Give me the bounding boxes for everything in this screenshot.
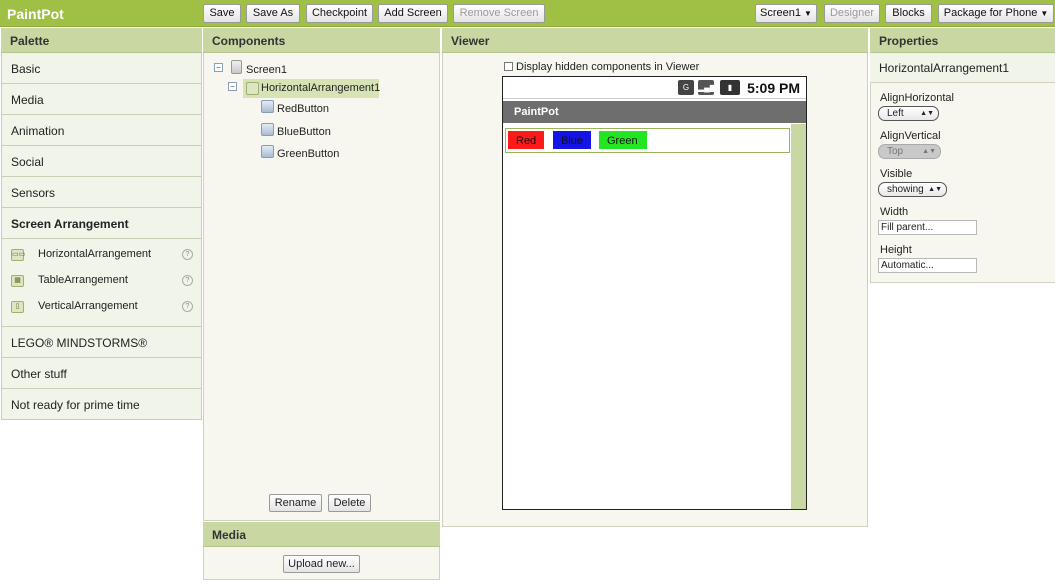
width-label: Width bbox=[880, 206, 909, 218]
viewer-header: Viewer bbox=[442, 28, 868, 53]
visible-select[interactable]: showing ▲▼ bbox=[878, 182, 947, 197]
align-horizontal-value: Left bbox=[887, 108, 904, 119]
help-icon[interactable]: ? bbox=[182, 249, 193, 260]
width-field[interactable]: Fill parent... bbox=[878, 220, 977, 235]
chevron-down-icon: ▼ bbox=[804, 9, 812, 18]
button-icon bbox=[261, 145, 274, 158]
align-vertical-select[interactable]: Top ▲▼ bbox=[878, 144, 941, 159]
components-header: Components bbox=[203, 28, 440, 53]
phone-app-title: PaintPot bbox=[503, 101, 806, 123]
media-header: Media bbox=[203, 522, 440, 547]
help-icon[interactable]: ? bbox=[182, 275, 193, 286]
select-arrows-icon: ▲▼ bbox=[920, 110, 934, 117]
visible-value: showing bbox=[887, 184, 924, 195]
phone-preview: G ▂▄▆ ▮ 5:09 PM PaintPot Red Blue Green bbox=[502, 76, 807, 510]
blocks-button[interactable]: Blocks bbox=[885, 4, 932, 23]
tree-node-horizontal-arrangement1[interactable]: HorizontalArrangement1 bbox=[243, 79, 380, 98]
rename-button[interactable]: Rename bbox=[269, 494, 322, 512]
checkpoint-button[interactable]: Checkpoint bbox=[306, 4, 373, 23]
palette-category-animation[interactable]: Animation bbox=[1, 115, 202, 146]
align-vertical-value: Top bbox=[887, 146, 904, 157]
palette-header: Palette bbox=[1, 28, 202, 53]
palette-item-label: VerticalArrangement bbox=[38, 300, 138, 312]
palette-category-basic[interactable]: Basic bbox=[1, 53, 202, 84]
battery-icon: ▮ bbox=[720, 80, 740, 95]
designer-button[interactable]: Designer bbox=[824, 4, 880, 23]
display-hidden-checkbox[interactable] bbox=[504, 62, 513, 71]
horizontal-arrangement-icon: ▭▭ bbox=[11, 249, 25, 261]
remove-screen-button[interactable]: Remove Screen bbox=[453, 4, 545, 23]
properties-header: Properties bbox=[870, 28, 1055, 53]
height-field[interactable]: Automatic... bbox=[878, 258, 977, 273]
palette-item-horizontal-arrangement[interactable]: ▭▭ HorizontalArrangement ? bbox=[11, 246, 196, 264]
green-button-preview[interactable]: Green bbox=[599, 131, 647, 149]
phone-status-bar: G ▂▄▆ ▮ 5:09 PM bbox=[503, 77, 806, 99]
display-hidden-label: Display hidden components in Viewer bbox=[516, 61, 700, 73]
top-bar: PaintPot Save Save As Checkpoint Add Scr… bbox=[0, 0, 1055, 27]
palette-category-screen-arrangement[interactable]: Screen Arrangement bbox=[1, 208, 202, 239]
table-arrangement-icon: ▦ bbox=[11, 275, 24, 287]
horizontal-arrangement-icon bbox=[246, 82, 259, 95]
add-screen-button[interactable]: Add Screen bbox=[378, 4, 448, 23]
save-button[interactable]: Save bbox=[203, 4, 241, 23]
palette-category-social[interactable]: Social bbox=[1, 146, 202, 177]
help-icon[interactable]: ? bbox=[182, 301, 193, 312]
align-horizontal-select[interactable]: Left ▲▼ bbox=[878, 106, 939, 121]
tree-node-red-button[interactable]: RedButton bbox=[275, 100, 333, 117]
palette-category-other-stuff[interactable]: Other stuff bbox=[1, 358, 202, 389]
package-button-label: Package for Phone bbox=[943, 7, 1038, 19]
tree-node-blue-button[interactable]: BlueButton bbox=[275, 123, 335, 140]
button-icon bbox=[261, 100, 274, 113]
button-icon bbox=[261, 123, 274, 136]
package-for-phone-button[interactable]: Package for Phone ▼ bbox=[938, 4, 1054, 23]
tree-node-green-button[interactable]: GreenButton bbox=[275, 145, 343, 162]
select-arrows-icon: ▲▼ bbox=[922, 148, 936, 155]
palette-category-media[interactable]: Media bbox=[1, 84, 202, 115]
screen-arrangement-list: ▭▭ HorizontalArrangement ? ▦ TableArrang… bbox=[1, 239, 202, 327]
display-hidden-checkbox-row[interactable]: Display hidden components in Viewer bbox=[504, 61, 699, 73]
palette-category-not-ready[interactable]: Not ready for prime time bbox=[1, 389, 202, 420]
chevron-down-icon: ▼ bbox=[1040, 9, 1049, 18]
palette-category-lego-mindstorms[interactable]: LEGO® MINDSTORMS® bbox=[1, 327, 202, 358]
vertical-arrangement-icon: ▯ bbox=[11, 301, 24, 313]
collapse-arrangement-toggle[interactable]: − bbox=[228, 82, 237, 91]
delete-button[interactable]: Delete bbox=[328, 494, 371, 512]
horizontal-arrangement-preview[interactable]: Red Blue Green bbox=[505, 128, 790, 153]
height-label: Height bbox=[880, 244, 912, 256]
palette-category-sensors[interactable]: Sensors bbox=[1, 177, 202, 208]
signal-icon: ▂▄▆ bbox=[698, 80, 716, 95]
save-as-button[interactable]: Save As bbox=[246, 4, 300, 23]
phone-scrollbar[interactable] bbox=[791, 124, 806, 509]
palette-item-table-arrangement[interactable]: ▦ TableArrangement ? bbox=[11, 272, 196, 290]
network-g-icon: G bbox=[678, 80, 694, 95]
align-horizontal-label: AlignHorizontal bbox=[880, 92, 954, 104]
red-button-preview[interactable]: Red bbox=[508, 131, 544, 149]
palette-item-vertical-arrangement[interactable]: ▯ VerticalArrangement ? bbox=[11, 298, 196, 316]
screen-icon bbox=[231, 60, 242, 74]
upload-new-button[interactable]: Upload new... bbox=[283, 555, 360, 573]
screen-select[interactable]: Screen1 ▼ bbox=[755, 4, 817, 23]
properties-component-name: HorizontalArrangement1 bbox=[870, 53, 1055, 83]
align-vertical-label: AlignVertical bbox=[880, 130, 941, 142]
palette-item-label: HorizontalArrangement bbox=[38, 248, 152, 260]
select-arrows-icon: ▲▼ bbox=[928, 186, 942, 193]
tree-node-screen1[interactable]: Screen1 bbox=[244, 61, 291, 78]
screen-select-label: Screen1 bbox=[760, 7, 802, 19]
visible-label: Visible bbox=[880, 168, 913, 180]
collapse-screen-toggle[interactable]: − bbox=[214, 63, 223, 72]
palette-item-label: TableArrangement bbox=[38, 274, 128, 286]
blue-button-preview[interactable]: Blue bbox=[553, 131, 591, 149]
app-title: PaintPot bbox=[7, 6, 64, 22]
phone-clock: 5:09 PM bbox=[747, 80, 800, 96]
